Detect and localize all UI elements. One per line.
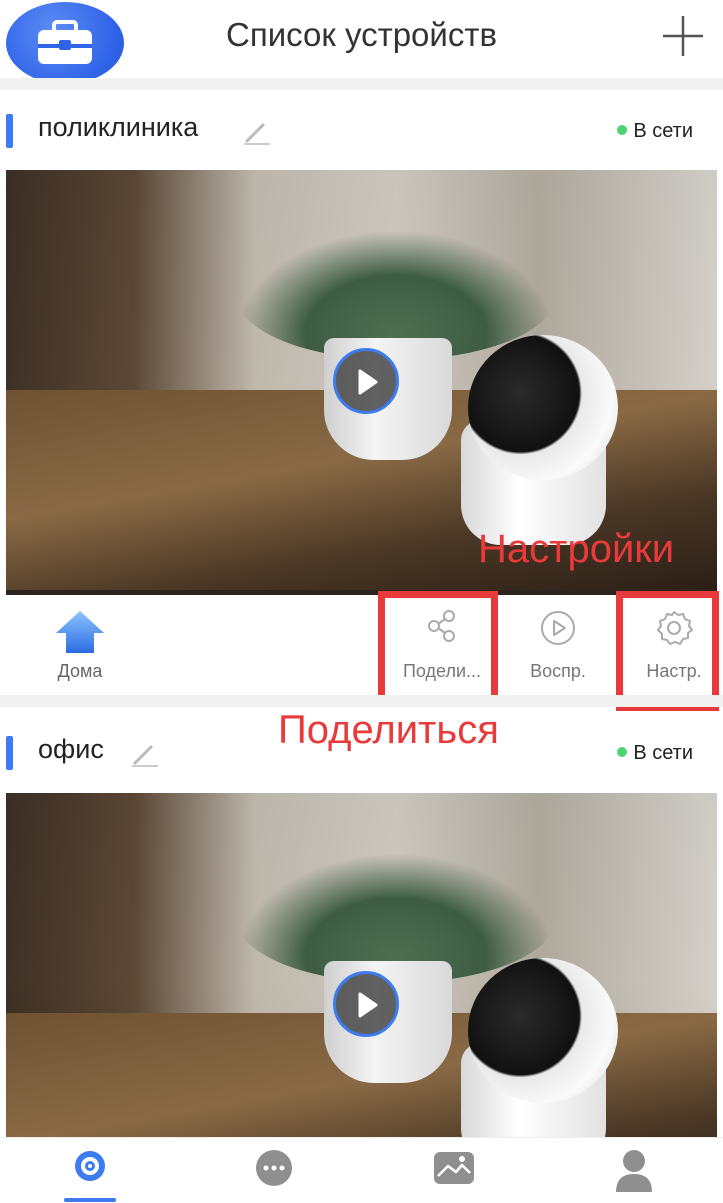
home-icon	[56, 611, 104, 653]
app-header: Список устройств	[0, 0, 723, 84]
online-status: В сети	[617, 742, 693, 765]
bottom-tab-bar	[0, 1137, 723, 1203]
device-actions: Дома Подели... Воспр. Настр.	[0, 595, 723, 695]
edit-name-icon[interactable]	[242, 116, 272, 146]
section-divider	[0, 695, 723, 707]
device-accent-bar	[6, 114, 13, 148]
tab-messages[interactable]	[184, 1138, 364, 1203]
settings-highlight-box	[616, 591, 719, 711]
camera-preview[interactable]	[6, 793, 717, 1137]
device-header: поликлиника В сети	[0, 100, 723, 160]
message-icon	[256, 1150, 292, 1186]
header-divider	[0, 78, 723, 90]
online-status: В сети	[617, 120, 693, 143]
device-accent-bar	[6, 736, 13, 770]
album-icon	[434, 1152, 474, 1184]
tab-devices[interactable]	[0, 1138, 180, 1203]
tab-album[interactable]	[364, 1138, 544, 1203]
add-device-icon[interactable]	[661, 14, 705, 58]
tab-profile[interactable]	[544, 1138, 723, 1203]
edit-name-icon[interactable]	[130, 738, 160, 768]
device-name: поликлиника	[38, 112, 199, 142]
home-button[interactable]: Дома	[30, 595, 130, 695]
share-highlight-box	[378, 591, 498, 704]
camera-tab-icon	[75, 1151, 105, 1181]
online-dot-icon	[617, 125, 628, 135]
playback-button[interactable]: Воспр.	[508, 595, 608, 695]
playback-icon	[541, 611, 575, 645]
device-name: офис	[38, 734, 104, 764]
settings-annotation: Настройки	[478, 527, 675, 571]
online-dot-icon	[617, 747, 628, 757]
play-button[interactable]	[333, 971, 399, 1037]
active-tab-indicator	[64, 1198, 116, 1202]
page-title: Список устройств	[226, 16, 497, 53]
play-button[interactable]	[333, 348, 399, 414]
user-icon	[616, 1150, 652, 1192]
device-header: офис В сети	[0, 722, 723, 782]
